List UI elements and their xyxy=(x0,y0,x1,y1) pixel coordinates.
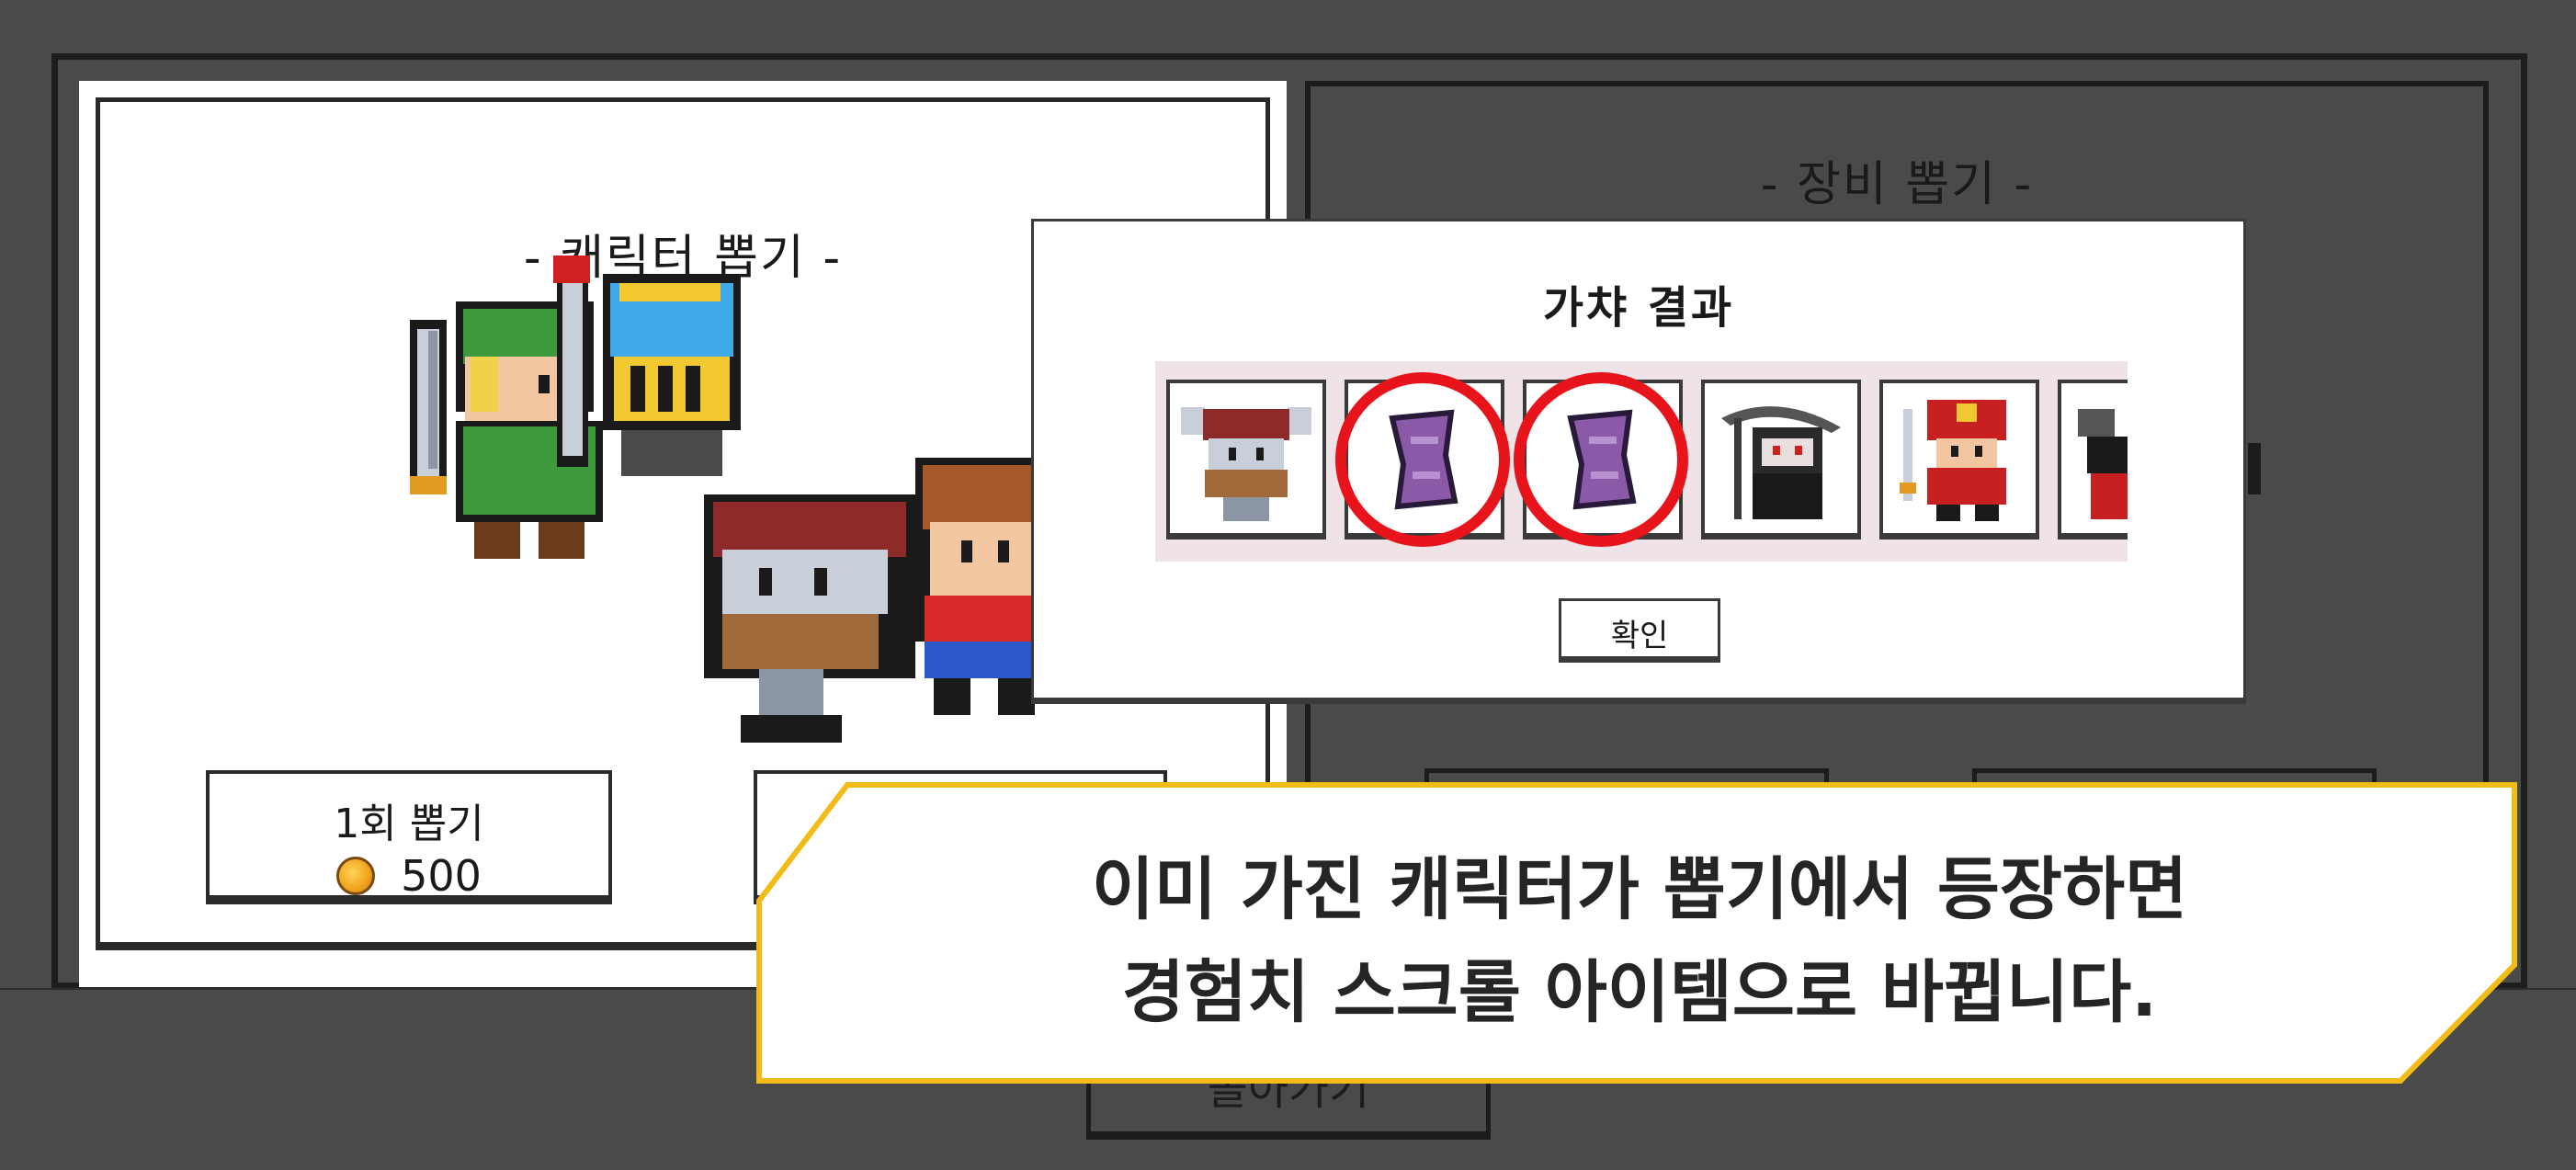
gold-coin-icon xyxy=(336,857,376,895)
game-screen: - 캐릭터 뽑기 - 1회 뽑기 500 - 장비 뽑기 - 돌아가기 가챠 결… xyxy=(0,0,2576,1170)
knight-sprite xyxy=(553,256,741,476)
samurai-icon xyxy=(1900,400,2006,521)
highlight-ring-2 xyxy=(1514,372,1688,547)
single-draw-button[interactable]: 1회 뽑기 500 xyxy=(206,770,612,904)
result-item-viking xyxy=(1166,380,1326,540)
callout-line-2: 경험치 스크롤 아이템으로 바뀝니다. xyxy=(1121,953,2158,1032)
single-draw-label: 1회 뽑기 xyxy=(334,801,484,847)
viking-sprite xyxy=(704,494,915,743)
hero-group-illustration xyxy=(410,256,1053,743)
result-item-partial xyxy=(2058,380,2128,540)
single-draw-cost: 500 xyxy=(210,851,608,901)
gacha-result-title: 가챠 결과 xyxy=(1542,282,1735,334)
reaper-icon xyxy=(1721,406,1841,519)
confirm-button-label: 확인 xyxy=(1610,618,1669,654)
highlight-ring-1 xyxy=(1335,372,1510,547)
callout-line-1: 이미 가진 캐릭터가 뽑기에서 등장하면 xyxy=(1091,850,2188,929)
callout-message: 이미 가진 캐릭터가 뽑기에서 등장하면 경험치 스크롤 아이템으로 바뀝니다. xyxy=(755,838,2524,1044)
partial-character-icon xyxy=(2078,409,2128,519)
viking-warrior-icon xyxy=(1181,407,1311,521)
result-item-samurai xyxy=(1879,380,2039,540)
equipment-draw-title: - 장비 뽑기 - xyxy=(1760,157,2034,212)
single-draw-cost-value: 500 xyxy=(401,851,482,901)
equipment-illustration-edge xyxy=(2248,443,2261,494)
gacha-result-dialog: 가챠 결과 확인 xyxy=(1031,219,2246,704)
confirm-button[interactable]: 확인 xyxy=(1559,598,1720,663)
result-item-reaper xyxy=(1701,380,1861,540)
tutorial-callout: 이미 가진 캐릭터가 뽑기에서 등장하면 경험치 스크롤 아이템으로 바뀝니다. xyxy=(755,781,2524,1085)
result-item-strip[interactable] xyxy=(1155,361,2128,562)
